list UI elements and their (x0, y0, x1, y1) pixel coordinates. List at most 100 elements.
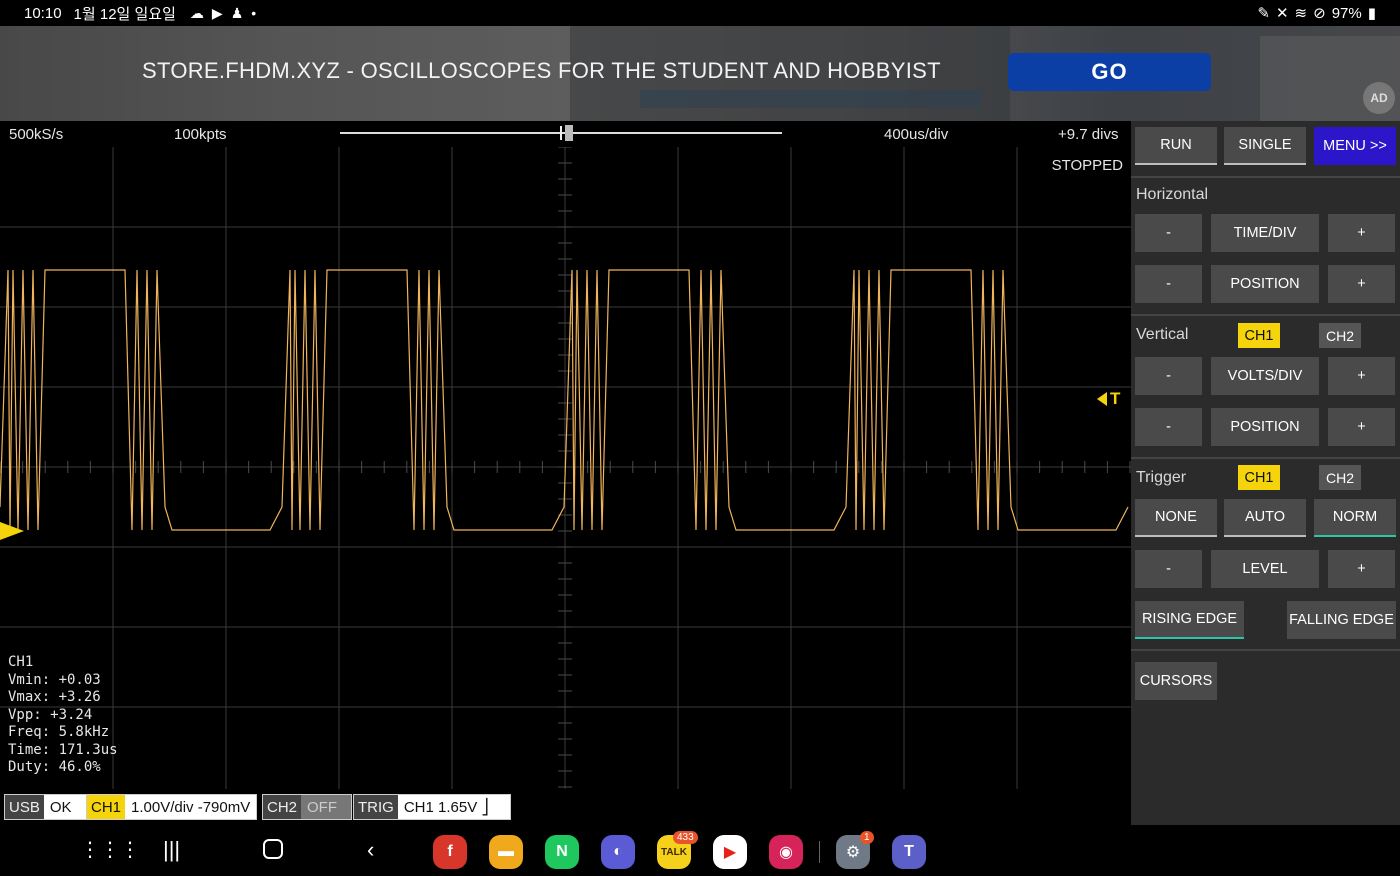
level-minus-button[interactable]: - (1135, 550, 1202, 588)
time-per-div: 400us/div (884, 126, 949, 143)
ad-go-button[interactable]: GO (1008, 53, 1211, 91)
measurements-panel: CH1 Vmin: +0.03 Vmax: +3.26 Vpp: +3.24 F… (8, 654, 118, 777)
battery-level: 97% (1331, 4, 1362, 22)
teams-app-icon[interactable]: T (892, 835, 926, 869)
ad-badge-icon[interactable]: AD (1363, 82, 1395, 114)
trigger-status[interactable]: TRIG CH1 1.65V ⎦ (353, 794, 511, 820)
sample-rate: 500kS/s (9, 126, 64, 143)
ch1-trace (0, 269, 1129, 531)
point-count: 100kpts (174, 126, 227, 143)
timeline-slider-thumb[interactable] (565, 125, 573, 141)
wifi-icon: ≋ (1294, 5, 1308, 22)
time-div-minus-button[interactable]: - (1135, 214, 1202, 252)
ch1-ground-marker-icon[interactable] (0, 522, 24, 540)
meas-channel: CH1 (8, 654, 34, 670)
h-position-plus-button[interactable]: + (1328, 265, 1395, 303)
scope-grid (0, 147, 1131, 789)
divider (1131, 457, 1400, 459)
back-icon[interactable]: ‹ (367, 837, 374, 863)
horizontal-label: Horizontal (1136, 186, 1209, 203)
falling-edge-button[interactable]: FALLING EDGE (1287, 601, 1396, 639)
ch2-tag: CH2 (263, 795, 302, 819)
run-button[interactable]: RUN (1135, 127, 1217, 165)
person-icon: ♟ (230, 4, 244, 21)
usb-status: USB OK (4, 794, 95, 820)
divider (1131, 176, 1400, 178)
vertical-ch2-button[interactable]: CH2 (1319, 323, 1361, 348)
cursors-button[interactable]: CURSORS (1135, 662, 1217, 700)
meas-vmin: Vmin: +0.03 (8, 671, 101, 688)
ch1-value: 1.00V/div -790mV (125, 795, 257, 819)
more-dot-icon: • (251, 4, 257, 21)
level-button[interactable]: LEVEL (1211, 550, 1319, 588)
h-position-button[interactable]: POSITION (1211, 265, 1319, 303)
trigger-auto-button[interactable]: AUTO (1224, 499, 1306, 537)
control-panel: RUN SINGLE MENU >> Horizontal - TIME/DIV… (1131, 121, 1400, 825)
meas-time: Time: 171.3us (8, 741, 118, 758)
menu-button[interactable]: MENU >> (1314, 127, 1396, 165)
vertical-label: Vertical (1136, 326, 1189, 343)
single-button[interactable]: SINGLE (1224, 127, 1306, 165)
rising-edge-button[interactable]: RISING EDGE (1135, 601, 1244, 639)
v-position-minus-button[interactable]: - (1135, 408, 1202, 446)
status-bar: 10:10 1월 12일 일요일 ☁ ▶ ♟ • ✎ ✕ ≋ ⊘ 97% ▮ (0, 0, 1400, 26)
trigger-none-button[interactable]: NONE (1135, 499, 1217, 537)
pen-icon: ✎ (1257, 5, 1270, 22)
ch1-tag: CH1 (87, 795, 126, 819)
meas-vpp: Vpp: +3.24 (8, 706, 93, 723)
trigger-ch1-button[interactable]: CH1 (1238, 465, 1280, 490)
volts-div-button[interactable]: VOLTS/DIV (1211, 357, 1319, 395)
ch2-value: OFF (301, 795, 352, 819)
trig-tag: TRIG (354, 795, 398, 819)
app-drawer-icon[interactable]: ⋮⋮⋮ (80, 837, 140, 862)
internet-app-icon[interactable]: ◐ (601, 835, 635, 869)
meas-duty: Duty: 46.0% (8, 759, 101, 775)
meas-freq: Freq: 5.8kHz (8, 724, 110, 740)
mute-icon: ✕ (1275, 5, 1289, 22)
naver-app-icon[interactable]: N (545, 835, 579, 869)
trigger-level-marker[interactable]: T (1097, 389, 1120, 409)
volts-div-plus-button[interactable]: + (1328, 357, 1395, 395)
vertical-ch1-button[interactable]: CH1 (1238, 323, 1280, 348)
youtube-app-icon[interactable]: ▶ (713, 835, 747, 869)
divider (1131, 314, 1400, 316)
trigger-arrow-icon (1097, 392, 1107, 406)
cloud-icon: ☁ (189, 4, 204, 21)
notification-icon: ▶ (211, 4, 223, 21)
dock-divider (819, 841, 820, 863)
date: 1월 12일 일요일 (73, 5, 176, 23)
meas-vmax: Vmax: +3.26 (8, 689, 101, 705)
h-position-minus-button[interactable]: - (1135, 265, 1202, 303)
ad-banner[interactable]: STORE.FHDM.XYZ - OSCILLOSCOPES FOR THE S… (0, 26, 1400, 121)
navigation-bar: ⋮⋮⋮ ||| ‹ f ▬ N ◐ TALK 433 ▶ ◉ ⚙ 1 T (0, 825, 1400, 876)
battery-icon: ▮ (1367, 5, 1376, 22)
v-position-button[interactable]: POSITION (1211, 408, 1319, 446)
files-app-icon[interactable]: ▬ (489, 835, 523, 869)
time-div-plus-button[interactable]: + (1328, 214, 1395, 252)
trigger-label: Trigger (1136, 469, 1187, 486)
ch2-status[interactable]: CH2 OFF (262, 794, 353, 820)
time-div-button[interactable]: TIME/DIV (1211, 214, 1319, 252)
trigger-letter: T (1110, 389, 1121, 408)
scope-display[interactable]: 500kS/s 100kpts 400us/div +9.7 divs STOP… (0, 121, 1131, 825)
timeline-marker (560, 126, 562, 140)
level-plus-button[interactable]: + (1328, 550, 1395, 588)
ch1-status[interactable]: CH1 1.00V/div -790mV (86, 794, 258, 820)
clock: 10:10 (24, 4, 62, 22)
kakaotalk-badge: 433 (673, 831, 698, 844)
volts-div-minus-button[interactable]: - (1135, 357, 1202, 395)
flipboard-app-icon[interactable]: f (433, 835, 467, 869)
recents-icon[interactable]: ||| (163, 837, 180, 863)
trigger-ch2-button[interactable]: CH2 (1319, 465, 1361, 490)
home-icon[interactable] (263, 839, 283, 859)
usb-tag: USB (5, 795, 44, 819)
trig-value: CH1 1.65V ⎦ (397, 795, 510, 819)
horizontal-offset: +9.7 divs (1058, 126, 1119, 143)
trigger-norm-button[interactable]: NORM (1314, 499, 1396, 537)
dnd-icon: ⊘ (1313, 5, 1326, 22)
settings-badge: 1 (860, 831, 874, 844)
ad-headline[interactable]: STORE.FHDM.XYZ - OSCILLOSCOPES FOR THE S… (142, 58, 941, 84)
divider (1131, 649, 1400, 651)
v-position-plus-button[interactable]: + (1328, 408, 1395, 446)
camera-app-icon[interactable]: ◉ (769, 835, 803, 869)
